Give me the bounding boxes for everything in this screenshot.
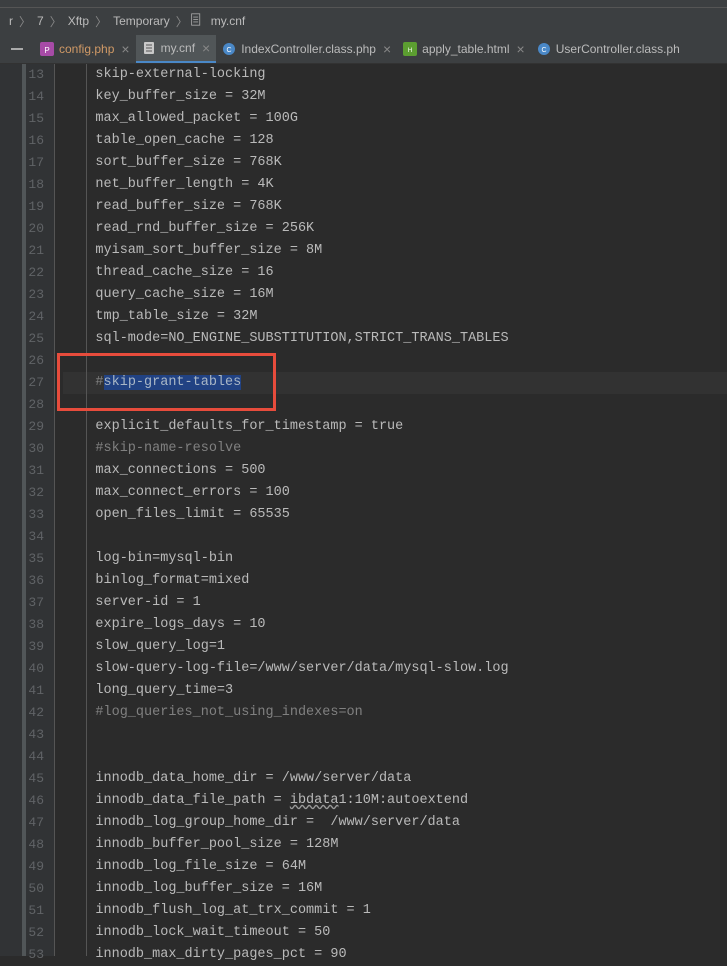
code-line[interactable]: read_rnd_buffer_size = 256K xyxy=(63,218,727,240)
code-line[interactable]: query_cache_size = 16M xyxy=(63,284,727,306)
code-line[interactable]: key_buffer_size = 32M xyxy=(63,86,727,108)
code-line[interactable]: innodb_data_file_path = ibdata1:10M:auto… xyxy=(63,790,727,812)
breadcrumb-item[interactable]: Temporary xyxy=(109,14,174,28)
code-line[interactable]: max_connections = 500 xyxy=(63,460,727,482)
code-line[interactable]: sort_buffer_size = 768K xyxy=(63,152,727,174)
code-line[interactable]: myisam_sort_buffer_size = 8M xyxy=(63,240,727,262)
cnf-icon xyxy=(142,41,156,55)
code-line[interactable]: innodb_flush_log_at_trx_commit = 1 xyxy=(63,900,727,922)
code-line[interactable]: #skip-grant-tables xyxy=(63,372,727,394)
editor-area[interactable]: 1314151617181920212223242526272829303132… xyxy=(0,64,727,956)
tab-label: my.cnf xyxy=(161,41,195,55)
code-line[interactable]: sql-mode=NO_ENGINE_SUBSTITUTION,STRICT_T… xyxy=(63,328,727,350)
breadcrumb-item[interactable]: Xftp xyxy=(64,14,93,28)
chevron-right-icon: 〉 xyxy=(48,13,64,30)
code-line[interactable]: long_query_time=3 xyxy=(63,680,727,702)
breadcrumb-bar: r 〉 7 〉 Xftp 〉 Temporary 〉 my.cnf xyxy=(0,8,727,34)
tab-apply-table[interactable]: H apply_table.html × xyxy=(397,35,531,63)
breadcrumb-item[interactable]: r xyxy=(5,14,17,28)
code-line[interactable]: innodb_max_dirty_pages_pct = 90 xyxy=(63,944,727,966)
code-line[interactable]: server-id = 1 xyxy=(63,592,727,614)
code-line[interactable]: #log_queries_not_using_indexes=on xyxy=(63,702,727,724)
top-bar xyxy=(0,0,727,8)
code-line[interactable] xyxy=(63,746,727,768)
file-icon xyxy=(190,13,203,29)
code-line[interactable]: open_files_limit = 65535 xyxy=(63,504,727,526)
svg-text:C: C xyxy=(541,47,546,54)
code-line[interactable] xyxy=(63,350,727,372)
code-line[interactable]: innodb_data_home_dir = /www/server/data xyxy=(63,768,727,790)
code-line[interactable]: slow-query-log-file=/www/server/data/mys… xyxy=(63,658,727,680)
code-line[interactable] xyxy=(63,724,727,746)
code-line[interactable]: net_buffer_length = 4K xyxy=(63,174,727,196)
code-line[interactable] xyxy=(63,526,727,548)
code-line[interactable] xyxy=(63,394,727,416)
chevron-right-icon: 〉 xyxy=(17,13,33,30)
gutter-handle xyxy=(22,64,26,956)
code-line[interactable]: max_connect_errors = 100 xyxy=(63,482,727,504)
code-line[interactable]: skip-external-locking xyxy=(63,64,727,86)
tab-label: UserController.class.ph xyxy=(556,42,680,56)
line-number-gutter: 1314151617181920212223242526272829303132… xyxy=(0,64,55,956)
collapse-icon[interactable] xyxy=(6,38,28,60)
code-line[interactable]: tmp_table_size = 32M xyxy=(63,306,727,328)
close-icon[interactable]: × xyxy=(517,41,525,57)
chevron-right-icon: 〉 xyxy=(174,13,190,30)
tab-label: apply_table.html xyxy=(422,42,509,56)
code-line[interactable]: innodb_log_file_size = 64M xyxy=(63,856,727,878)
code-line[interactable]: max_allowed_packet = 100G xyxy=(63,108,727,130)
tab-user-controller[interactable]: C UserController.class.ph xyxy=(531,35,686,63)
code-line[interactable]: slow_query_log=1 xyxy=(63,636,727,658)
tab-index-controller[interactable]: C IndexController.class.php × xyxy=(216,35,397,63)
close-icon[interactable]: × xyxy=(121,41,129,57)
html-icon: H xyxy=(403,42,417,56)
tab-label: IndexController.class.php xyxy=(241,42,376,56)
code-content[interactable]: skip-external-locking key_buffer_size = … xyxy=(55,64,727,956)
chevron-right-icon: 〉 xyxy=(93,13,109,30)
svg-text:P: P xyxy=(44,46,49,55)
tab-label: config.php xyxy=(59,42,114,56)
close-icon[interactable]: × xyxy=(383,41,391,57)
code-line[interactable]: read_buffer_size = 768K xyxy=(63,196,727,218)
php-icon: P xyxy=(40,42,54,56)
code-line[interactable]: #skip-name-resolve xyxy=(63,438,727,460)
tabs-bar: P config.php × my.cnf × C IndexControlle… xyxy=(0,34,727,64)
close-icon[interactable]: × xyxy=(202,40,210,56)
tab-my-cnf[interactable]: my.cnf × xyxy=(136,35,217,63)
code-line[interactable]: innodb_lock_wait_timeout = 50 xyxy=(63,922,727,944)
svg-text:H: H xyxy=(408,48,412,54)
code-line[interactable]: thread_cache_size = 16 xyxy=(63,262,727,284)
svg-text:C: C xyxy=(227,47,232,54)
code-line[interactable]: expire_logs_days = 10 xyxy=(63,614,727,636)
code-line[interactable]: innodb_buffer_pool_size = 128M xyxy=(63,834,727,856)
code-line[interactable]: explicit_defaults_for_timestamp = true xyxy=(63,416,727,438)
code-line[interactable]: log-bin=mysql-bin xyxy=(63,548,727,570)
breadcrumb-current[interactable]: my.cnf xyxy=(207,14,249,28)
breadcrumb-item[interactable]: 7 xyxy=(33,14,48,28)
margin-line xyxy=(86,64,87,956)
code-line[interactable]: table_open_cache = 128 xyxy=(63,130,727,152)
tab-config-php[interactable]: P config.php × xyxy=(34,35,136,63)
code-line[interactable]: innodb_log_buffer_size = 16M xyxy=(63,878,727,900)
php-icon: C xyxy=(537,42,551,56)
php-icon: C xyxy=(222,42,236,56)
code-line[interactable]: binlog_format=mixed xyxy=(63,570,727,592)
code-line[interactable]: innodb_log_group_home_dir = /www/server/… xyxy=(63,812,727,834)
